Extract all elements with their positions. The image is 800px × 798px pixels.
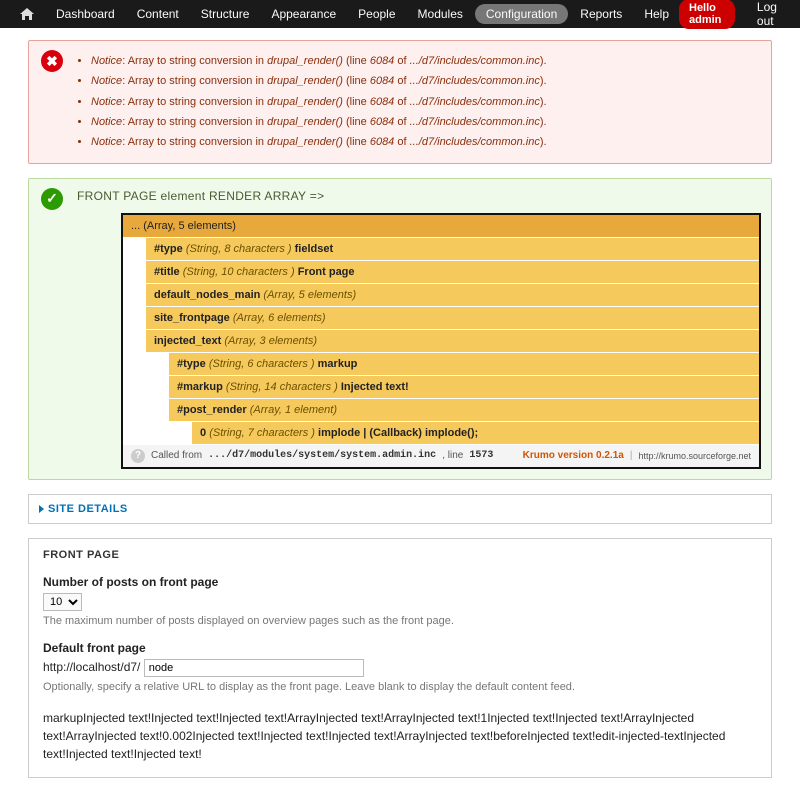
krumo-row[interactable]: 0 (String, 7 characters ) implode | (Cal… bbox=[192, 422, 759, 445]
nav-structure[interactable]: Structure bbox=[191, 2, 260, 26]
home-icon[interactable] bbox=[10, 3, 44, 25]
krumo-row[interactable]: #markup (String, 14 characters ) Injecte… bbox=[169, 376, 759, 399]
fieldset-legend-site-details[interactable]: SITE DETAILS bbox=[39, 503, 761, 515]
fieldset-front-page: FRONT PAGE Number of posts on front page… bbox=[28, 538, 772, 778]
admin-toolbar: Dashboard Content Structure Appearance P… bbox=[0, 0, 800, 28]
desc-posts: The maximum number of posts displayed on… bbox=[43, 615, 757, 627]
krumo-row[interactable]: #type (String, 8 characters ) fieldset bbox=[146, 238, 759, 261]
error-icon: ✖ bbox=[41, 50, 63, 72]
krumo-row[interactable]: injected_text (Array, 3 elements) bbox=[146, 330, 759, 353]
nav-configuration[interactable]: Configuration bbox=[475, 4, 568, 24]
desc-frontpage: Optionally, specify a relative URL to di… bbox=[43, 681, 757, 693]
status-messages: ✓ FRONT PAGE element RENDER ARRAY => ...… bbox=[28, 178, 772, 480]
fieldset-legend-front-page[interactable]: FRONT PAGE bbox=[43, 549, 757, 561]
help-icon: ? bbox=[131, 449, 145, 463]
label-frontpage: Default front page bbox=[43, 641, 757, 655]
injected-text-output: markupInjected text!Injected text!Inject… bbox=[43, 709, 757, 763]
krumo-row[interactable]: #title (String, 10 characters ) Front pa… bbox=[146, 261, 759, 284]
nav-appearance[interactable]: Appearance bbox=[261, 2, 346, 26]
error-item: Notice: Array to string conversion in dr… bbox=[91, 112, 761, 132]
form-item-frontpage: Default front page http://localhost/d7/ … bbox=[43, 641, 757, 693]
nav-help[interactable]: Help bbox=[634, 2, 679, 26]
nav-people[interactable]: People bbox=[348, 2, 405, 26]
error-item: Notice: Array to string conversion in dr… bbox=[91, 51, 761, 71]
select-posts[interactable]: 10 bbox=[43, 593, 82, 611]
chevron-right-icon bbox=[39, 505, 44, 513]
logout-link[interactable]: Log out bbox=[747, 0, 790, 33]
label-posts: Number of posts on front page bbox=[43, 575, 757, 589]
nav-dashboard[interactable]: Dashboard bbox=[46, 2, 125, 26]
nav-content[interactable]: Content bbox=[127, 2, 189, 26]
krumo-link[interactable]: http://krumo.sourceforge.net bbox=[638, 451, 751, 461]
input-frontpage[interactable] bbox=[144, 659, 364, 677]
krumo-row[interactable]: ... (Array, 5 elements) bbox=[123, 215, 759, 238]
status-heading: FRONT PAGE element RENDER ARRAY => bbox=[77, 189, 761, 203]
form-item-posts: Number of posts on front page 10 The max… bbox=[43, 575, 757, 627]
error-item: Notice: Array to string conversion in dr… bbox=[91, 132, 761, 152]
krumo-footer: ? Called from .../d7/modules/system/syst… bbox=[123, 445, 759, 467]
url-prefix: http://localhost/d7/ bbox=[43, 660, 140, 674]
krumo-row[interactable]: #post_render (Array, 1 element) bbox=[169, 399, 759, 422]
krumo-row[interactable]: site_frontpage (Array, 6 elements) bbox=[146, 307, 759, 330]
krumo-row[interactable]: default_nodes_main (Array, 5 elements) bbox=[146, 284, 759, 307]
krumo-row[interactable]: #type (String, 6 characters ) markup bbox=[169, 353, 759, 376]
hello-user-badge[interactable]: Hello admin bbox=[679, 0, 735, 29]
ok-icon: ✓ bbox=[41, 188, 63, 210]
nav-reports[interactable]: Reports bbox=[570, 2, 632, 26]
krumo-version: Krumo version 0.2.1a bbox=[523, 450, 624, 461]
nav-modules[interactable]: Modules bbox=[408, 2, 473, 26]
fieldset-site-details: SITE DETAILS bbox=[28, 494, 772, 524]
error-item: Notice: Array to string conversion in dr… bbox=[91, 71, 761, 91]
krumo-root: ... (Array, 5 elements) #type (String, 8… bbox=[121, 213, 761, 469]
error-messages: ✖ Notice: Array to string conversion in … bbox=[28, 40, 772, 164]
error-item: Notice: Array to string conversion in dr… bbox=[91, 92, 761, 112]
